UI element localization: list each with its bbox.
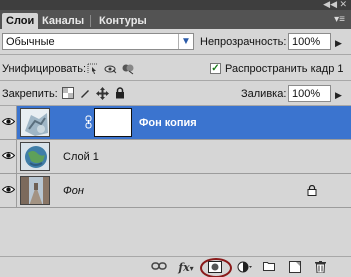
layers-bottom-toolbar: fx▾ bbox=[0, 256, 351, 277]
new-layer-icon[interactable] bbox=[288, 261, 302, 274]
unify-visibility-icon[interactable] bbox=[104, 62, 118, 76]
layers-list: Фон копия Слой 1 Фон bbox=[0, 106, 351, 257]
fill-value: 100% bbox=[292, 88, 321, 100]
lock-icon bbox=[307, 185, 317, 196]
layer-row[interactable]: Фон копия bbox=[0, 106, 351, 140]
trash-icon[interactable] bbox=[313, 261, 327, 274]
layer-thumbnail[interactable] bbox=[20, 142, 50, 171]
highlight-circle-annotation bbox=[200, 258, 232, 277]
fill-input[interactable]: 100% bbox=[288, 85, 331, 102]
tab-layers[interactable]: Слои bbox=[2, 13, 39, 29]
layer-name[interactable]: Слой 1 bbox=[63, 150, 99, 164]
tab-paths[interactable]: Контуры bbox=[95, 13, 151, 29]
panel-tab-bar: Слои Каналы Контуры ▾≡ bbox=[0, 10, 351, 29]
propagate-frame-checkbox[interactable]: ✓ bbox=[210, 63, 221, 74]
link-layers-icon[interactable] bbox=[150, 261, 168, 274]
layer-row[interactable]: Фон bbox=[0, 174, 351, 208]
tab-layers-label: Слои bbox=[6, 15, 35, 27]
blend-mode-select[interactable]: Обычные ▼ bbox=[2, 33, 194, 50]
new-group-folder-icon[interactable] bbox=[262, 261, 276, 274]
lock-position-icon[interactable] bbox=[95, 87, 109, 101]
unify-position-icon[interactable] bbox=[86, 62, 100, 76]
visibility-toggle[interactable] bbox=[0, 174, 17, 207]
layer-name[interactable]: Фон bbox=[63, 184, 84, 198]
opacity-input[interactable]: 100% bbox=[288, 33, 331, 50]
lock-image-pixels-icon[interactable] bbox=[78, 87, 92, 101]
layer-row[interactable]: Слой 1 bbox=[0, 140, 351, 174]
panel-title-bar: ◀◀ ✕ bbox=[0, 0, 351, 10]
lock-all-icon[interactable] bbox=[113, 87, 127, 101]
divider bbox=[0, 80, 351, 81]
opacity-label: Непрозрачность: bbox=[200, 36, 287, 48]
chevron-down-icon[interactable]: ▼ bbox=[178, 34, 193, 49]
opacity-value: 100% bbox=[292, 36, 321, 48]
panel-menu-icon[interactable]: ▾≡ bbox=[334, 14, 345, 26]
collapse-panel-icon[interactable]: ◀◀ bbox=[323, 0, 337, 9]
fx-label: fx bbox=[178, 261, 190, 274]
eye-icon bbox=[2, 186, 15, 193]
tab-channels-label: Каналы bbox=[42, 15, 85, 27]
layer-thumbnail[interactable] bbox=[20, 108, 50, 137]
lock-transparent-pixels-icon[interactable] bbox=[61, 87, 75, 101]
tab-paths-label: Контуры bbox=[99, 15, 147, 27]
fill-label: Заливка: bbox=[241, 88, 287, 100]
eye-icon bbox=[2, 118, 15, 125]
close-panel-icon[interactable]: ✕ bbox=[339, 0, 347, 9]
opacity-slider-arrow-icon[interactable]: ▶ bbox=[335, 38, 342, 48]
propagate-frame-label: Распространить кадр 1 bbox=[225, 63, 344, 75]
visibility-toggle[interactable] bbox=[0, 106, 17, 139]
mask-link-icon[interactable] bbox=[85, 115, 92, 129]
adjustment-layer-icon[interactable] bbox=[236, 261, 254, 274]
divider bbox=[0, 54, 351, 55]
unify-label: Унифицировать: bbox=[2, 63, 87, 75]
unify-style-icon[interactable] bbox=[121, 62, 135, 76]
layer-style-fx-button[interactable]: fx▾ bbox=[176, 261, 196, 274]
lock-label: Закрепить: bbox=[2, 88, 58, 100]
tab-channels[interactable]: Каналы bbox=[38, 13, 92, 29]
eye-icon bbox=[2, 152, 15, 159]
blend-mode-value: Обычные bbox=[6, 36, 55, 48]
layer-thumbnail[interactable] bbox=[20, 176, 50, 205]
tab-separator bbox=[90, 15, 92, 27]
layer-mask-thumbnail[interactable] bbox=[94, 108, 132, 137]
fill-slider-arrow-icon[interactable]: ▶ bbox=[335, 90, 342, 100]
visibility-toggle[interactable] bbox=[0, 140, 17, 173]
layer-name[interactable]: Фон копия bbox=[139, 116, 197, 130]
